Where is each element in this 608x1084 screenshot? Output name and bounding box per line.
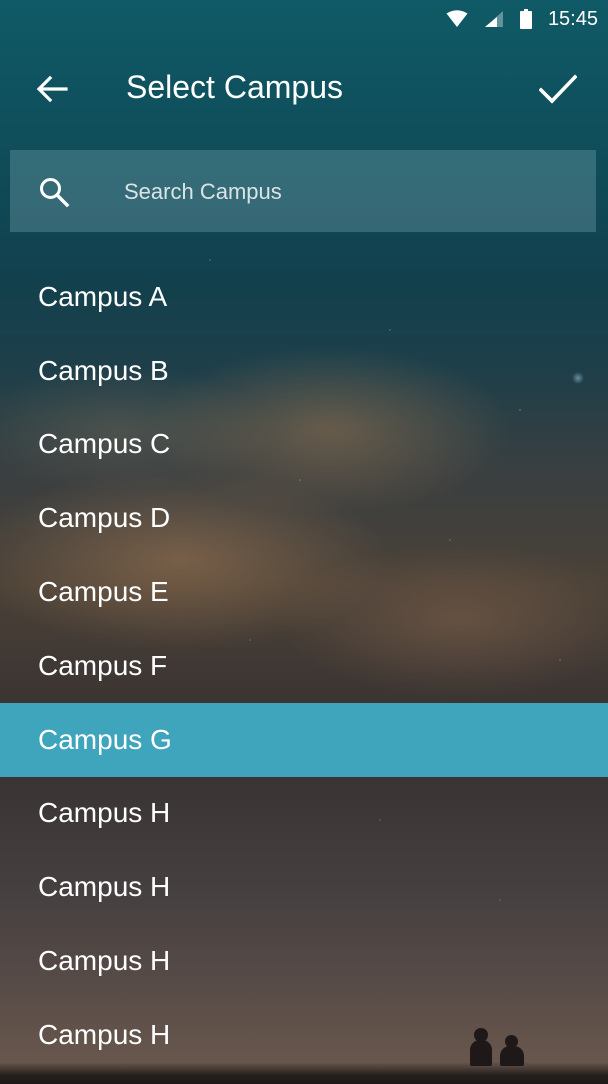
campus-list: Campus A Campus B Campus C Campus D Campus E… xyxy=(0,260,608,1072)
search-input[interactable] xyxy=(122,170,566,214)
campus-list-item[interactable]: Campus A xyxy=(0,260,608,334)
confirm-button[interactable] xyxy=(530,64,586,114)
page-title: Select Campus xyxy=(126,69,343,105)
campus-list-item[interactable]: Campus E xyxy=(0,555,608,629)
status-bar: 15:45 xyxy=(0,0,608,38)
campus-list-item[interactable]: Campus D xyxy=(0,481,608,555)
back-button[interactable] xyxy=(24,64,80,114)
campus-list-item[interactable]: Campus B xyxy=(0,334,608,408)
campus-list-item[interactable]: Campus H xyxy=(0,777,608,851)
checkmark-icon xyxy=(539,74,577,104)
cellular-signal-icon xyxy=(484,11,503,27)
campus-list-item[interactable]: Campus H xyxy=(0,998,608,1072)
status-time: 15:45 xyxy=(547,7,598,30)
search-icon xyxy=(40,178,70,208)
campus-list-item[interactable]: Campus F xyxy=(0,629,608,703)
toolbar: Select Campus xyxy=(0,50,608,126)
arrow-left-icon xyxy=(36,75,68,103)
campus-list-item-selected[interactable]: Campus G xyxy=(0,702,608,777)
campus-list-item[interactable]: Campus C xyxy=(0,408,608,482)
wifi-icon xyxy=(446,10,468,27)
search-bar xyxy=(10,150,596,232)
battery-icon xyxy=(519,9,532,29)
select-campus-screen: 15:45 Select Campus Campus ACampus BCamp… xyxy=(0,0,608,1084)
campus-list-item[interactable]: Campus H xyxy=(0,924,608,998)
campus-list-item[interactable]: Campus H xyxy=(0,850,608,924)
